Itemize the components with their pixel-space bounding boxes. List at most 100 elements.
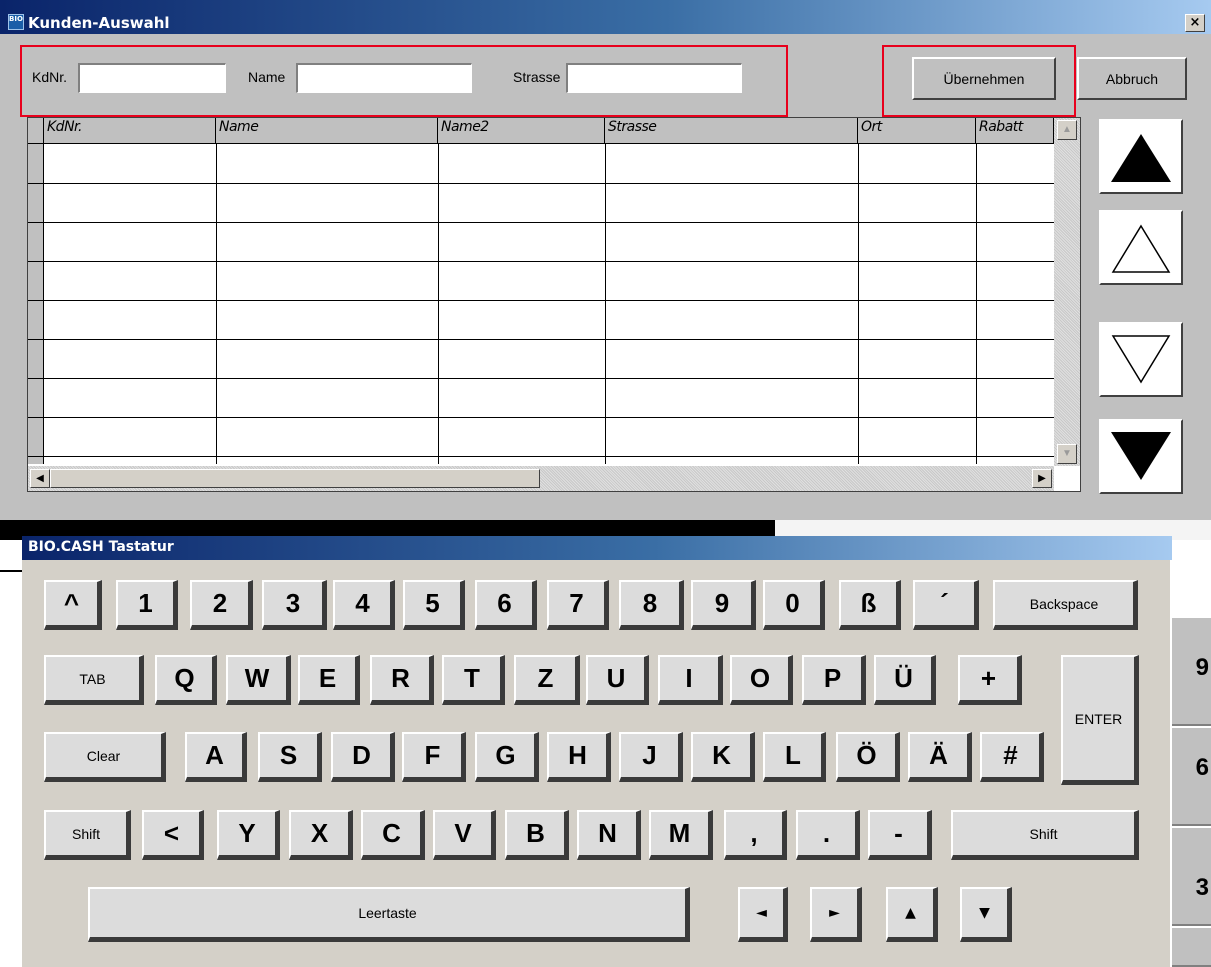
key-bottom-row-9[interactable]: , xyxy=(724,810,787,860)
key-bottom-row-3[interactable]: X xyxy=(289,810,353,860)
key-qwertz-row-12[interactable]: + xyxy=(958,655,1022,705)
background-numpad-key-6: 6 xyxy=(1172,726,1211,826)
last-row-button[interactable] xyxy=(1099,419,1183,494)
key-number-row-1[interactable]: 1 xyxy=(116,580,178,630)
key-home-row-3[interactable]: D xyxy=(331,732,395,782)
key-number-row-0[interactable]: ^ xyxy=(44,580,102,630)
key-number-row-9[interactable]: 9 xyxy=(691,580,756,630)
key-bottom-row-0[interactable]: Shift xyxy=(44,810,131,860)
arrow-left-key[interactable]: ◄ xyxy=(738,887,788,942)
key-qwertz-row-7[interactable]: U xyxy=(586,655,649,705)
key-bottom-row-1[interactable]: < xyxy=(142,810,204,860)
horizontal-scroll-thumb[interactable] xyxy=(50,469,540,488)
horizontal-scrollbar[interactable]: ◀ ▶ xyxy=(28,466,1054,491)
key-home-row-4[interactable]: F xyxy=(402,732,466,782)
key-number-row-8[interactable]: 8 xyxy=(619,580,684,630)
key-qwertz-row-2[interactable]: W xyxy=(226,655,291,705)
key-qwertz-row-11[interactable]: Ü xyxy=(874,655,936,705)
arrow-up-key[interactable]: ▲ xyxy=(886,887,938,942)
column-header-kdnr[interactable]: KdNr. xyxy=(44,118,216,143)
keyboard-titlebar: BIO.CASH Tastatur xyxy=(22,536,1172,560)
grid-line xyxy=(976,144,977,464)
arrow-down-key[interactable]: ▼ xyxy=(960,887,1012,942)
key-home-row-10[interactable]: Ö xyxy=(836,732,900,782)
column-header-name[interactable]: Name xyxy=(216,118,438,143)
row-indicator-column xyxy=(28,144,44,464)
key-qwertz-row-9[interactable]: O xyxy=(730,655,793,705)
column-header-rabatt[interactable]: Rabatt xyxy=(976,118,1054,143)
next-row-button[interactable] xyxy=(1099,322,1183,397)
key-home-row-9[interactable]: L xyxy=(763,732,826,782)
first-row-button[interactable] xyxy=(1099,119,1183,194)
key-home-row-8[interactable]: K xyxy=(691,732,755,782)
abbruch-button[interactable]: Abbruch xyxy=(1077,57,1187,100)
scroll-up-button[interactable]: ▲ xyxy=(1057,120,1077,140)
key-bottom-row-12[interactable]: Shift xyxy=(951,810,1139,860)
key-bottom-row-6[interactable]: B xyxy=(505,810,569,860)
next-row-icon xyxy=(1111,334,1171,383)
vertical-scrollbar[interactable]: ▲ ▼ xyxy=(1054,118,1080,466)
grid-line xyxy=(216,144,217,464)
background-numpad-key-3: 3 xyxy=(1172,826,1211,926)
key-qwertz-row-4[interactable]: R xyxy=(370,655,434,705)
key-qwertz-row-3[interactable]: E xyxy=(298,655,360,705)
keyboard-title: BIO.CASH Tastatur xyxy=(28,539,174,555)
key-bottom-row-11[interactable]: - xyxy=(868,810,932,860)
key-qwertz-row-6[interactable]: Z xyxy=(514,655,580,705)
key-home-row-12[interactable]: # xyxy=(980,732,1044,782)
key-bottom-row-8[interactable]: M xyxy=(649,810,713,860)
key-number-row-11[interactable]: ß xyxy=(839,580,901,630)
column-header-strasse[interactable]: Strasse xyxy=(605,118,858,143)
key-number-row-5[interactable]: 5 xyxy=(403,580,465,630)
key-home-row-7[interactable]: J xyxy=(619,732,683,782)
scroll-left-button[interactable]: ◀ xyxy=(30,469,50,488)
enter-key[interactable]: ENTER xyxy=(1061,655,1139,785)
column-header-name2[interactable]: Name2 xyxy=(438,118,605,143)
key-qwertz-row-1[interactable]: Q xyxy=(155,655,217,705)
key-number-row-2[interactable]: 2 xyxy=(190,580,253,630)
grid-line xyxy=(28,183,1054,184)
key-home-row-6[interactable]: H xyxy=(547,732,611,782)
key-qwertz-row-8[interactable]: I xyxy=(658,655,723,705)
ubernehmen-highlight-box xyxy=(882,45,1076,117)
key-number-row-4[interactable]: 4 xyxy=(333,580,395,630)
key-bottom-row-4[interactable]: C xyxy=(361,810,425,860)
space-key[interactable]: Leertaste xyxy=(88,887,690,942)
key-home-row-0[interactable]: Clear xyxy=(44,732,166,782)
app-icon: BIO xyxy=(8,14,24,30)
key-home-row-1[interactable]: A xyxy=(185,732,247,782)
key-bottom-row-10[interactable]: . xyxy=(796,810,860,860)
key-home-row-5[interactable]: G xyxy=(475,732,539,782)
arrow-right-key[interactable]: ► xyxy=(810,887,862,942)
key-home-row-2[interactable]: S xyxy=(258,732,322,782)
key-number-row-12[interactable]: ´ xyxy=(913,580,979,630)
scroll-right-button[interactable]: ▶ xyxy=(1032,469,1052,488)
key-bottom-row-7[interactable]: N xyxy=(577,810,641,860)
key-qwertz-row-5[interactable]: T xyxy=(442,655,505,705)
key-bottom-row-5[interactable]: V xyxy=(433,810,496,860)
grid-corner xyxy=(28,118,44,143)
key-number-row-6[interactable]: 6 xyxy=(475,580,537,630)
key-qwertz-row-10[interactable]: P xyxy=(802,655,866,705)
background-numpad-key-9: 9 xyxy=(1172,616,1211,726)
key-number-row-7[interactable]: 7 xyxy=(547,580,609,630)
customer-grid[interactable]: KdNr. Name Name2 Strasse Ort Rabatt ▲ ▼ … xyxy=(27,117,1081,492)
key-number-row-10[interactable]: 0 xyxy=(763,580,825,630)
filter-highlight-box xyxy=(20,45,788,117)
background-divider xyxy=(0,570,24,572)
grid-line xyxy=(28,456,1054,457)
key-home-row-11[interactable]: Ä xyxy=(908,732,972,782)
column-header-ort[interactable]: Ort xyxy=(858,118,976,143)
previous-row-button[interactable] xyxy=(1099,210,1183,285)
close-button[interactable]: × xyxy=(1185,14,1205,32)
key-qwertz-row-0[interactable]: TAB xyxy=(44,655,144,705)
key-number-row-3[interactable]: 3 xyxy=(262,580,327,630)
grid-line xyxy=(28,339,1054,340)
grid-line xyxy=(438,144,439,464)
scroll-down-button[interactable]: ▼ xyxy=(1057,444,1077,464)
previous-row-icon xyxy=(1111,224,1171,273)
grid-line xyxy=(28,300,1054,301)
key-bottom-row-2[interactable]: Y xyxy=(217,810,280,860)
grid-line xyxy=(28,417,1054,418)
key-number-row-13[interactable]: Backspace xyxy=(993,580,1138,630)
